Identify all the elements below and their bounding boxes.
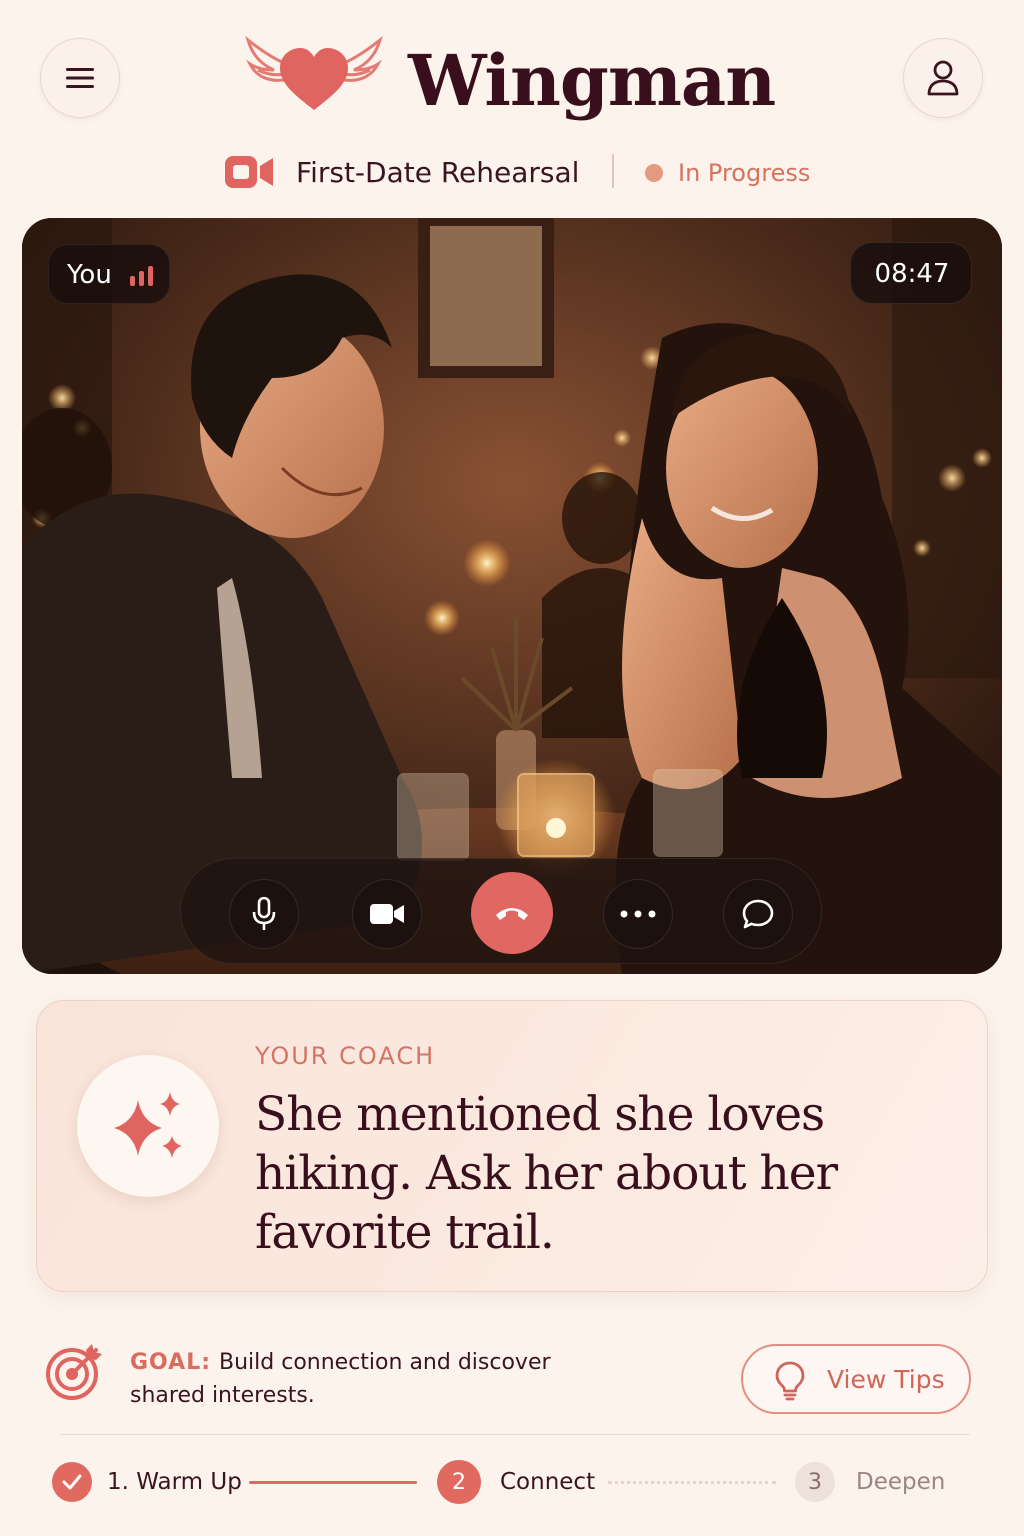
status-dot bbox=[645, 164, 663, 182]
step-connector-complete bbox=[249, 1481, 417, 1484]
mute-button[interactable] bbox=[229, 879, 299, 949]
signal-strength-icon bbox=[130, 266, 153, 286]
view-tips-button[interactable]: View Tips bbox=[741, 1344, 971, 1414]
divider bbox=[60, 1434, 970, 1435]
coach-card: YOUR COACH She mentioned she loves hikin… bbox=[36, 1000, 988, 1292]
microphone-icon bbox=[252, 897, 276, 930]
step-1-label[interactable]: 1. Warm Up bbox=[107, 1467, 242, 1497]
profile-button[interactable] bbox=[903, 38, 983, 118]
step-2-label[interactable]: Connect bbox=[500, 1467, 595, 1497]
hang-up-phone-icon bbox=[496, 908, 528, 920]
goal-label: GOAL: bbox=[130, 1350, 212, 1375]
timer-text: 08:47 bbox=[874, 259, 950, 289]
coach-avatar bbox=[77, 1055, 219, 1197]
winged-heart-icon bbox=[245, 35, 383, 110]
coach-label: YOUR COACH bbox=[255, 1042, 436, 1070]
target-icon bbox=[46, 1344, 102, 1400]
end-call-button[interactable] bbox=[471, 872, 553, 954]
status-badge: In Progress bbox=[678, 159, 811, 187]
divider bbox=[612, 154, 614, 188]
step-3-label[interactable]: Deepen bbox=[856, 1467, 945, 1497]
video-feed: You 08:47 bbox=[22, 218, 1002, 974]
step-1-complete-indicator bbox=[52, 1462, 92, 1502]
session-title: First-Date Rehearsal bbox=[296, 156, 580, 189]
step-connector-pending bbox=[608, 1481, 776, 1484]
goal-text: GOAL: Build connection and discover share… bbox=[130, 1346, 590, 1412]
menu-button[interactable] bbox=[40, 38, 120, 118]
self-view-badge: You bbox=[48, 244, 170, 304]
hamburger-icon bbox=[66, 68, 94, 88]
camera-icon bbox=[370, 904, 404, 924]
camera-toggle-button[interactable] bbox=[352, 879, 422, 949]
chat-bubble-icon bbox=[742, 899, 774, 929]
sparkles-icon bbox=[114, 1092, 182, 1158]
chat-button[interactable] bbox=[723, 879, 793, 949]
checkmark-icon bbox=[62, 1474, 82, 1490]
view-tips-label: View Tips bbox=[827, 1365, 945, 1394]
step-3-number: 3 bbox=[795, 1462, 835, 1502]
user-icon bbox=[927, 60, 959, 96]
app-title: Wingman bbox=[408, 39, 776, 122]
more-options-button[interactable] bbox=[603, 879, 673, 949]
session-header: First-Date Rehearsal In Progress bbox=[0, 150, 1024, 196]
self-label: You bbox=[67, 260, 112, 290]
more-dots-icon bbox=[620, 910, 656, 918]
call-controls bbox=[180, 858, 822, 964]
step-2-number: 2 bbox=[437, 1460, 481, 1504]
video-camera-icon bbox=[225, 156, 273, 188]
lightbulb-icon bbox=[775, 1361, 805, 1401]
app-logo: Wingman bbox=[244, 34, 776, 126]
call-timer: 08:47 bbox=[850, 242, 972, 304]
coach-message: She mentioned she loves hiking. Ask her … bbox=[255, 1087, 838, 1260]
